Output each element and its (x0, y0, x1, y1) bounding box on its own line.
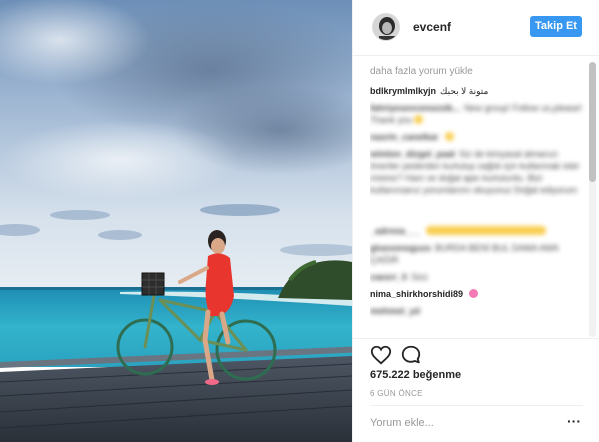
follow-button[interactable]: Takip Et (530, 16, 582, 37)
emoji-icon (444, 132, 454, 141)
post-image (0, 0, 352, 442)
comment-username[interactable]: nasrin_canelkar (370, 132, 439, 142)
emoji-icon (426, 226, 547, 235)
more-options-button[interactable]: ··· (566, 414, 582, 431)
comment-item: gluesonoguzo BURDA BENİ BUL DAMA AMA ÇAĞI… (370, 242, 588, 266)
emoji-icon (469, 289, 479, 298)
scrollbar-thumb[interactable] (589, 62, 596, 182)
likes-count[interactable]: 675.222 beğenme (370, 369, 461, 381)
emoji-icon (414, 115, 424, 124)
comment-text: Sizz (411, 272, 429, 282)
comment-item: _adrnna___ (370, 225, 588, 237)
comment-bubble-icon[interactable] (400, 344, 422, 366)
avatar[interactable] (372, 13, 400, 41)
comment-username[interactable]: fahriyesevcenozsik... (370, 103, 460, 113)
comments-list: daha fazla yorum yükle bdlkrymlmlkyjn متو… (370, 66, 588, 338)
comment-item: caesrr_li Sizz (370, 271, 588, 283)
comment-username[interactable]: mehmet_yd (370, 306, 420, 316)
add-comment-input[interactable] (370, 415, 550, 431)
post-side-panel: evcenf Takip Et daha fazla yorum yükle b… (352, 0, 599, 442)
post-header: evcenf Takip Et (353, 0, 599, 56)
comments-scrollbar[interactable] (589, 62, 596, 337)
comment-item: nasrin_canelkar (370, 131, 588, 143)
load-more-comments-link[interactable]: daha fazla yorum yükle (370, 66, 588, 79)
comment-item: mehmet_yd (370, 305, 588, 317)
comment-text: متونة لا بحبك (440, 86, 489, 96)
comment-item: bdlkrymlmlkyjn متونة لا بحبك (370, 85, 588, 97)
comment-username[interactable]: bdlkrymlmlkyjn (370, 86, 436, 96)
comment-username[interactable]: gluesonoguzo (370, 243, 431, 253)
comment-username[interactable]: _adrnna___ (370, 226, 420, 236)
comment-username[interactable]: caesrr_li (370, 272, 407, 282)
post-actions: 675.222 beğenme 6 GÜN ÖNCE ··· (353, 338, 599, 442)
add-comment-bar: ··· (370, 405, 583, 437)
comment-username[interactable]: wimlon_dizgel_paat (370, 149, 455, 159)
post-timestamp[interactable]: 6 GÜN ÖNCE (370, 389, 423, 398)
post-username[interactable]: evcenf (413, 20, 451, 34)
comment-item: fahriyesevcenozsik... New group! Follow u… (370, 102, 588, 126)
post-photo[interactable] (0, 0, 352, 442)
comment-username[interactable]: nima_shirkhorshidi89 (370, 289, 463, 299)
comment-item: wimlon_dizgel_paat Siz de kimyasal almanı… (370, 148, 588, 220)
heart-outline-icon[interactable] (370, 344, 392, 366)
comment-item: nima_shirkhorshidi89 (370, 288, 588, 300)
